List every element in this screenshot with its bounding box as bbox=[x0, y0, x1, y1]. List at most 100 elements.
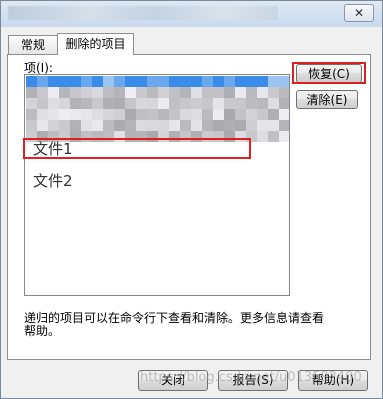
mosaic-pixel bbox=[180, 76, 191, 87]
mosaic-pixel bbox=[279, 76, 289, 87]
mosaic-pixel bbox=[158, 76, 169, 87]
clear-button[interactable]: 清除(E) bbox=[296, 90, 358, 109]
mosaic-pixel bbox=[70, 87, 81, 98]
mosaic-pixel bbox=[213, 98, 224, 109]
mosaic-pixel bbox=[147, 98, 158, 109]
mosaic-pixel bbox=[59, 109, 70, 120]
highlight-box-file1 bbox=[23, 138, 251, 159]
mosaic-pixel bbox=[125, 98, 136, 109]
mosaic-pixel bbox=[136, 87, 147, 98]
mosaic-pixel bbox=[257, 120, 268, 131]
mosaic-pixel bbox=[103, 98, 114, 109]
mosaic-pixel bbox=[37, 109, 48, 120]
mosaic-pixel bbox=[37, 87, 48, 98]
watermark: https://blog.csdn.net/u013592400 bbox=[140, 370, 362, 385]
mosaic-pixel bbox=[136, 109, 147, 120]
mosaic-pixel bbox=[224, 98, 235, 109]
deleted-items-list[interactable]: 文件1 文件2 bbox=[24, 74, 290, 296]
blurred-title bbox=[8, 6, 278, 20]
mosaic-pixel bbox=[26, 98, 37, 109]
mosaic-pixel bbox=[147, 76, 158, 87]
mosaic-pixel bbox=[169, 109, 180, 120]
mosaic-pixel bbox=[136, 120, 147, 131]
mosaic-pixel bbox=[103, 120, 114, 131]
mosaic-pixel bbox=[26, 109, 37, 120]
mosaic-pixel bbox=[279, 98, 289, 109]
mosaic-pixel bbox=[37, 76, 48, 87]
help-text: 递归的项目可以在命令行下查看和清除。更多信息请查看帮助。 bbox=[24, 311, 325, 338]
mosaic-pixel bbox=[169, 98, 180, 109]
mosaic-pixel bbox=[224, 76, 235, 87]
mosaic-pixel bbox=[213, 76, 224, 87]
mosaic-pixel bbox=[125, 109, 136, 120]
mosaic-pixel bbox=[180, 87, 191, 98]
mosaic-pixel bbox=[114, 76, 125, 87]
mosaic-pixel bbox=[158, 120, 169, 131]
mosaic-pixel bbox=[180, 98, 191, 109]
mosaic-pixel bbox=[279, 120, 289, 131]
mosaic-pixel bbox=[202, 87, 213, 98]
mosaic-pixel bbox=[147, 120, 158, 131]
list-item[interactable]: 文件2 bbox=[33, 170, 73, 191]
mosaic-pixel bbox=[103, 109, 114, 120]
mosaic-pixel bbox=[213, 120, 224, 131]
mosaic-pixel bbox=[92, 120, 103, 131]
mosaic-pixel bbox=[202, 76, 213, 87]
mosaic-pixel bbox=[125, 120, 136, 131]
mosaic-pixel bbox=[246, 109, 257, 120]
mosaic-pixel bbox=[147, 109, 158, 120]
mosaic-pixel bbox=[70, 98, 81, 109]
mosaic-pixel bbox=[48, 76, 59, 87]
mosaic-pixel bbox=[213, 109, 224, 120]
mosaic-pixel bbox=[202, 120, 213, 131]
mosaic-pixel bbox=[48, 98, 59, 109]
highlight-box-restore bbox=[292, 62, 366, 84]
mosaic-pixel bbox=[103, 87, 114, 98]
mosaic-pixel bbox=[70, 109, 81, 120]
mosaic-pixel bbox=[81, 76, 92, 87]
mosaic-pixel bbox=[136, 98, 147, 109]
mosaic-pixel bbox=[246, 76, 257, 87]
mosaic-pixel bbox=[257, 98, 268, 109]
mosaic-pixel bbox=[268, 98, 279, 109]
mosaic-pixel bbox=[114, 87, 125, 98]
mosaic-pixel bbox=[169, 87, 180, 98]
mosaic-pixel bbox=[48, 109, 59, 120]
mosaic-pixel bbox=[191, 76, 202, 87]
mosaic-pixel bbox=[279, 131, 289, 142]
mosaic-pixel bbox=[125, 76, 136, 87]
mosaic-pixel bbox=[279, 109, 289, 120]
mosaic-pixel bbox=[169, 76, 180, 87]
mosaic-pixel bbox=[224, 120, 235, 131]
mosaic-pixel bbox=[191, 87, 202, 98]
mosaic-pixel bbox=[246, 98, 257, 109]
tab-general[interactable]: 常规 bbox=[8, 35, 58, 54]
mosaic-pixel bbox=[158, 109, 169, 120]
mosaic-pixel bbox=[37, 120, 48, 131]
mosaic-pixel bbox=[268, 120, 279, 131]
mosaic-pixel bbox=[114, 109, 125, 120]
mosaic-pixel bbox=[224, 87, 235, 98]
close-button[interactable]: ✕ bbox=[344, 4, 374, 22]
mosaic-pixel bbox=[114, 98, 125, 109]
mosaic-pixel bbox=[191, 98, 202, 109]
mosaic-pixel bbox=[180, 109, 191, 120]
tab-deleted-items[interactable]: 删除的项目 bbox=[57, 33, 134, 55]
mosaic-pixel bbox=[103, 76, 114, 87]
mosaic-pixel bbox=[257, 131, 268, 142]
mosaic-pixel bbox=[279, 87, 289, 98]
mosaic-pixel bbox=[70, 120, 81, 131]
mosaic-pixel bbox=[48, 87, 59, 98]
mosaic-pixel bbox=[202, 109, 213, 120]
blurred-list-rows bbox=[26, 76, 289, 142]
mosaic-pixel bbox=[59, 87, 70, 98]
mosaic-pixel bbox=[26, 120, 37, 131]
mosaic-pixel bbox=[224, 109, 235, 120]
mosaic-pixel bbox=[26, 76, 37, 87]
mosaic-pixel bbox=[37, 98, 48, 109]
mosaic-pixel bbox=[235, 120, 246, 131]
mosaic-pixel bbox=[235, 98, 246, 109]
mosaic-pixel bbox=[235, 87, 246, 98]
mosaic-pixel bbox=[92, 76, 103, 87]
mosaic-pixel bbox=[213, 87, 224, 98]
